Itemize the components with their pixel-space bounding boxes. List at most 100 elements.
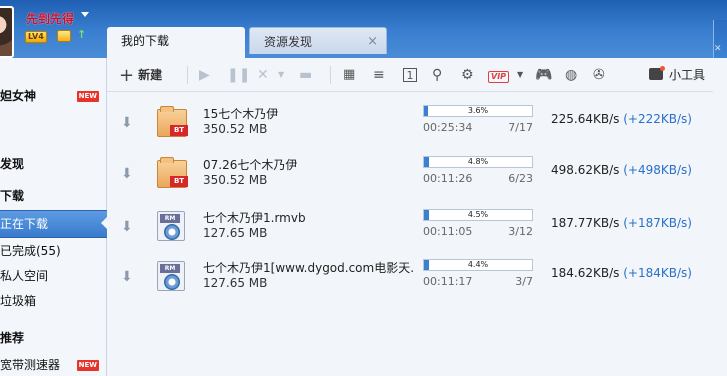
level-badge: LV4 xyxy=(25,31,47,43)
download-panel: + 新建 ▶ ❚❚ ✕ ▼ ▬ ▦ ≡ 1 ⚲ ⚙ VIP ▼ 🎮 ◍ ✇ 小工具… xyxy=(107,58,727,376)
sort-icon[interactable]: ≡ xyxy=(373,66,385,84)
progress-bar: 4.4% xyxy=(423,259,533,271)
progress-text: 4.5% xyxy=(467,210,489,219)
close-window-icon[interactable]: ✕ xyxy=(714,44,722,54)
close-icon[interactable]: × xyxy=(367,28,378,56)
video-file-icon: RM xyxy=(157,211,185,241)
gear-icon[interactable]: ⚙ xyxy=(461,66,474,84)
speed-boost: (+187KB/s) xyxy=(623,216,692,230)
sidebar-item-label: 已完成(55) xyxy=(0,244,61,258)
file-size: 127.65 MB xyxy=(203,276,268,290)
download-speed: 225.64KB/s (+222KB/s) xyxy=(551,112,692,126)
download-speed: 187.77KB/s (+187KB/s) xyxy=(551,216,692,230)
download-row[interactable]: ⬇ BT 07.26七个木乃伊 350.52 MB 4.8% 00:11:26 … xyxy=(107,156,713,208)
sidebar-item-recommend[interactable]: 推荐 xyxy=(0,326,107,350)
piece-count: 3/12 xyxy=(508,225,533,238)
chevron-down-icon[interactable]: ▼ xyxy=(278,66,284,84)
grid-view-icon[interactable]: ▦ xyxy=(343,66,355,84)
sidebar-item-downloading[interactable]: 正在下载 xyxy=(0,210,107,238)
video-file-icon: RM xyxy=(157,261,185,291)
sidebar-item-label: 妲女神 xyxy=(0,89,37,103)
download-arrow-icon: ⬇ xyxy=(121,269,133,285)
rm-badge: RM xyxy=(160,214,180,223)
tools-button[interactable]: 小工具 xyxy=(649,66,705,84)
sidebar-item-label: 垃圾箱 xyxy=(0,294,37,308)
file-type-icon: RM xyxy=(157,261,189,293)
file-size: 127.65 MB xyxy=(203,226,268,240)
plus-icon: + xyxy=(119,65,135,86)
download-row[interactable]: ⬇ RM 七个木乃伊1.rmvb 127.65 MB 4.5% 00:11:05… xyxy=(107,209,713,261)
media-disc-icon xyxy=(164,274,180,290)
tools-label: 小工具 xyxy=(669,68,706,82)
speed-value: 225.64KB/s xyxy=(551,112,620,126)
new-badge: NEW xyxy=(76,360,99,371)
toolbox-icon xyxy=(649,66,665,80)
rm-badge: RM xyxy=(160,264,180,273)
sidebar-item-private-space[interactable]: 私人空间 xyxy=(0,264,107,288)
piece-count: 3/7 xyxy=(515,275,533,288)
download-arrow-icon: ⬇ xyxy=(121,166,133,182)
file-name: 七个木乃伊1[www.dygod.com电影天... xyxy=(203,261,413,275)
sidebar-item-speed-test[interactable]: 宽带测速器 NEW xyxy=(0,353,107,376)
sidebar-item-completed[interactable]: 已完成(55) xyxy=(0,239,107,263)
progress-text: 4.4% xyxy=(467,260,489,269)
film-reel-icon[interactable]: ✇ xyxy=(593,66,605,84)
elapsed-time: 00:11:17 xyxy=(423,275,473,288)
page-one-icon[interactable]: 1 xyxy=(403,68,417,82)
toolbar: + 新建 ▶ ❚❚ ✕ ▼ ▬ ▦ ≡ 1 ⚲ ⚙ VIP ▼ 🎮 ◍ ✇ 小工具 xyxy=(107,58,727,92)
vip-icon[interactable]: VIP xyxy=(488,66,510,84)
vip-crown-icon[interactable] xyxy=(57,30,71,42)
progress-bar: 4.5% xyxy=(423,209,533,221)
sidebar-item-label: 推荐 xyxy=(0,331,25,345)
globe-icon[interactable]: ◍ xyxy=(565,66,577,84)
file-type-icon: BT xyxy=(157,106,189,139)
arrow-up-icon: ↑ xyxy=(77,28,87,41)
speed-boost: (+184KB/s) xyxy=(623,266,692,280)
file-name: 07.26七个木乃伊 xyxy=(203,158,298,172)
tab-my-downloads[interactable]: 我的下载 xyxy=(107,27,245,58)
chevron-down-icon[interactable]: ▼ xyxy=(517,66,523,84)
download-arrow-icon: ⬇ xyxy=(121,115,133,131)
sidebar-item-goddess[interactable]: 妲女神 NEW xyxy=(0,84,107,108)
avatar[interactable] xyxy=(0,6,14,58)
tab-resource-discovery[interactable]: 资源发现 × xyxy=(249,27,387,54)
sidebar: 妲女神 NEW 发现 下载 正在下载 已完成(55) 私人空间 垃圾箱 推荐 宽… xyxy=(0,58,107,376)
username[interactable]: 先到先得 xyxy=(26,10,74,27)
progress-bar: 4.8% xyxy=(423,156,533,168)
divider xyxy=(330,66,331,84)
progress-text: 4.8% xyxy=(467,157,489,166)
tab-label: 资源发现 xyxy=(264,35,313,49)
sidebar-item-label: 私人空间 xyxy=(0,269,49,283)
sidebar-item-trash[interactable]: 垃圾箱 xyxy=(0,289,107,313)
new-badge: NEW xyxy=(76,91,99,102)
file-size: 350.52 MB xyxy=(203,122,268,136)
speed-value: 498.62KB/s xyxy=(551,163,620,177)
search-icon[interactable]: ⚲ xyxy=(432,66,442,84)
play-icon[interactable]: ▶ xyxy=(199,66,210,84)
folder-icon[interactable]: ▬ xyxy=(299,66,312,84)
gamepad-icon[interactable]: 🎮 xyxy=(535,66,552,84)
sidebar-item-label: 宽带测速器 xyxy=(0,358,61,372)
progress-bar: 3.6% xyxy=(423,105,533,117)
new-task-button[interactable]: + 新建 xyxy=(119,65,162,86)
download-row[interactable]: ⬇ RM 七个木乃伊1[www.dygod.com电影天... 127.65 M… xyxy=(107,259,713,311)
folder-icon: BT xyxy=(157,106,188,137)
sidebar-item-download[interactable]: 下载 xyxy=(0,184,107,208)
pause-icon[interactable]: ❚❚ xyxy=(227,66,250,84)
chevron-down-icon[interactable] xyxy=(81,12,89,17)
piece-count: 7/17 xyxy=(508,121,533,134)
folder-icon: BT xyxy=(157,157,188,188)
elapsed-time: 00:25:34 xyxy=(423,121,473,134)
delete-icon[interactable]: ✕ xyxy=(257,66,269,84)
progress-text: 3.6% xyxy=(467,106,489,115)
file-name: 七个木乃伊1.rmvb xyxy=(203,211,306,225)
vip-label: VIP xyxy=(488,71,510,83)
file-type-icon: BT xyxy=(157,157,189,190)
download-row[interactable]: ⬇ BT 15七个木乃伊 350.52 MB 3.6% 00:25:34 7/1… xyxy=(107,105,713,157)
media-disc-icon xyxy=(164,224,180,240)
download-arrow-icon: ⬇ xyxy=(121,219,133,235)
download-speed: 498.62KB/s (+498KB/s) xyxy=(551,163,692,177)
speed-value: 184.62KB/s xyxy=(551,266,620,280)
elapsed-time: 00:11:26 xyxy=(423,172,473,185)
sidebar-item-discover[interactable]: 发现 xyxy=(0,152,107,176)
